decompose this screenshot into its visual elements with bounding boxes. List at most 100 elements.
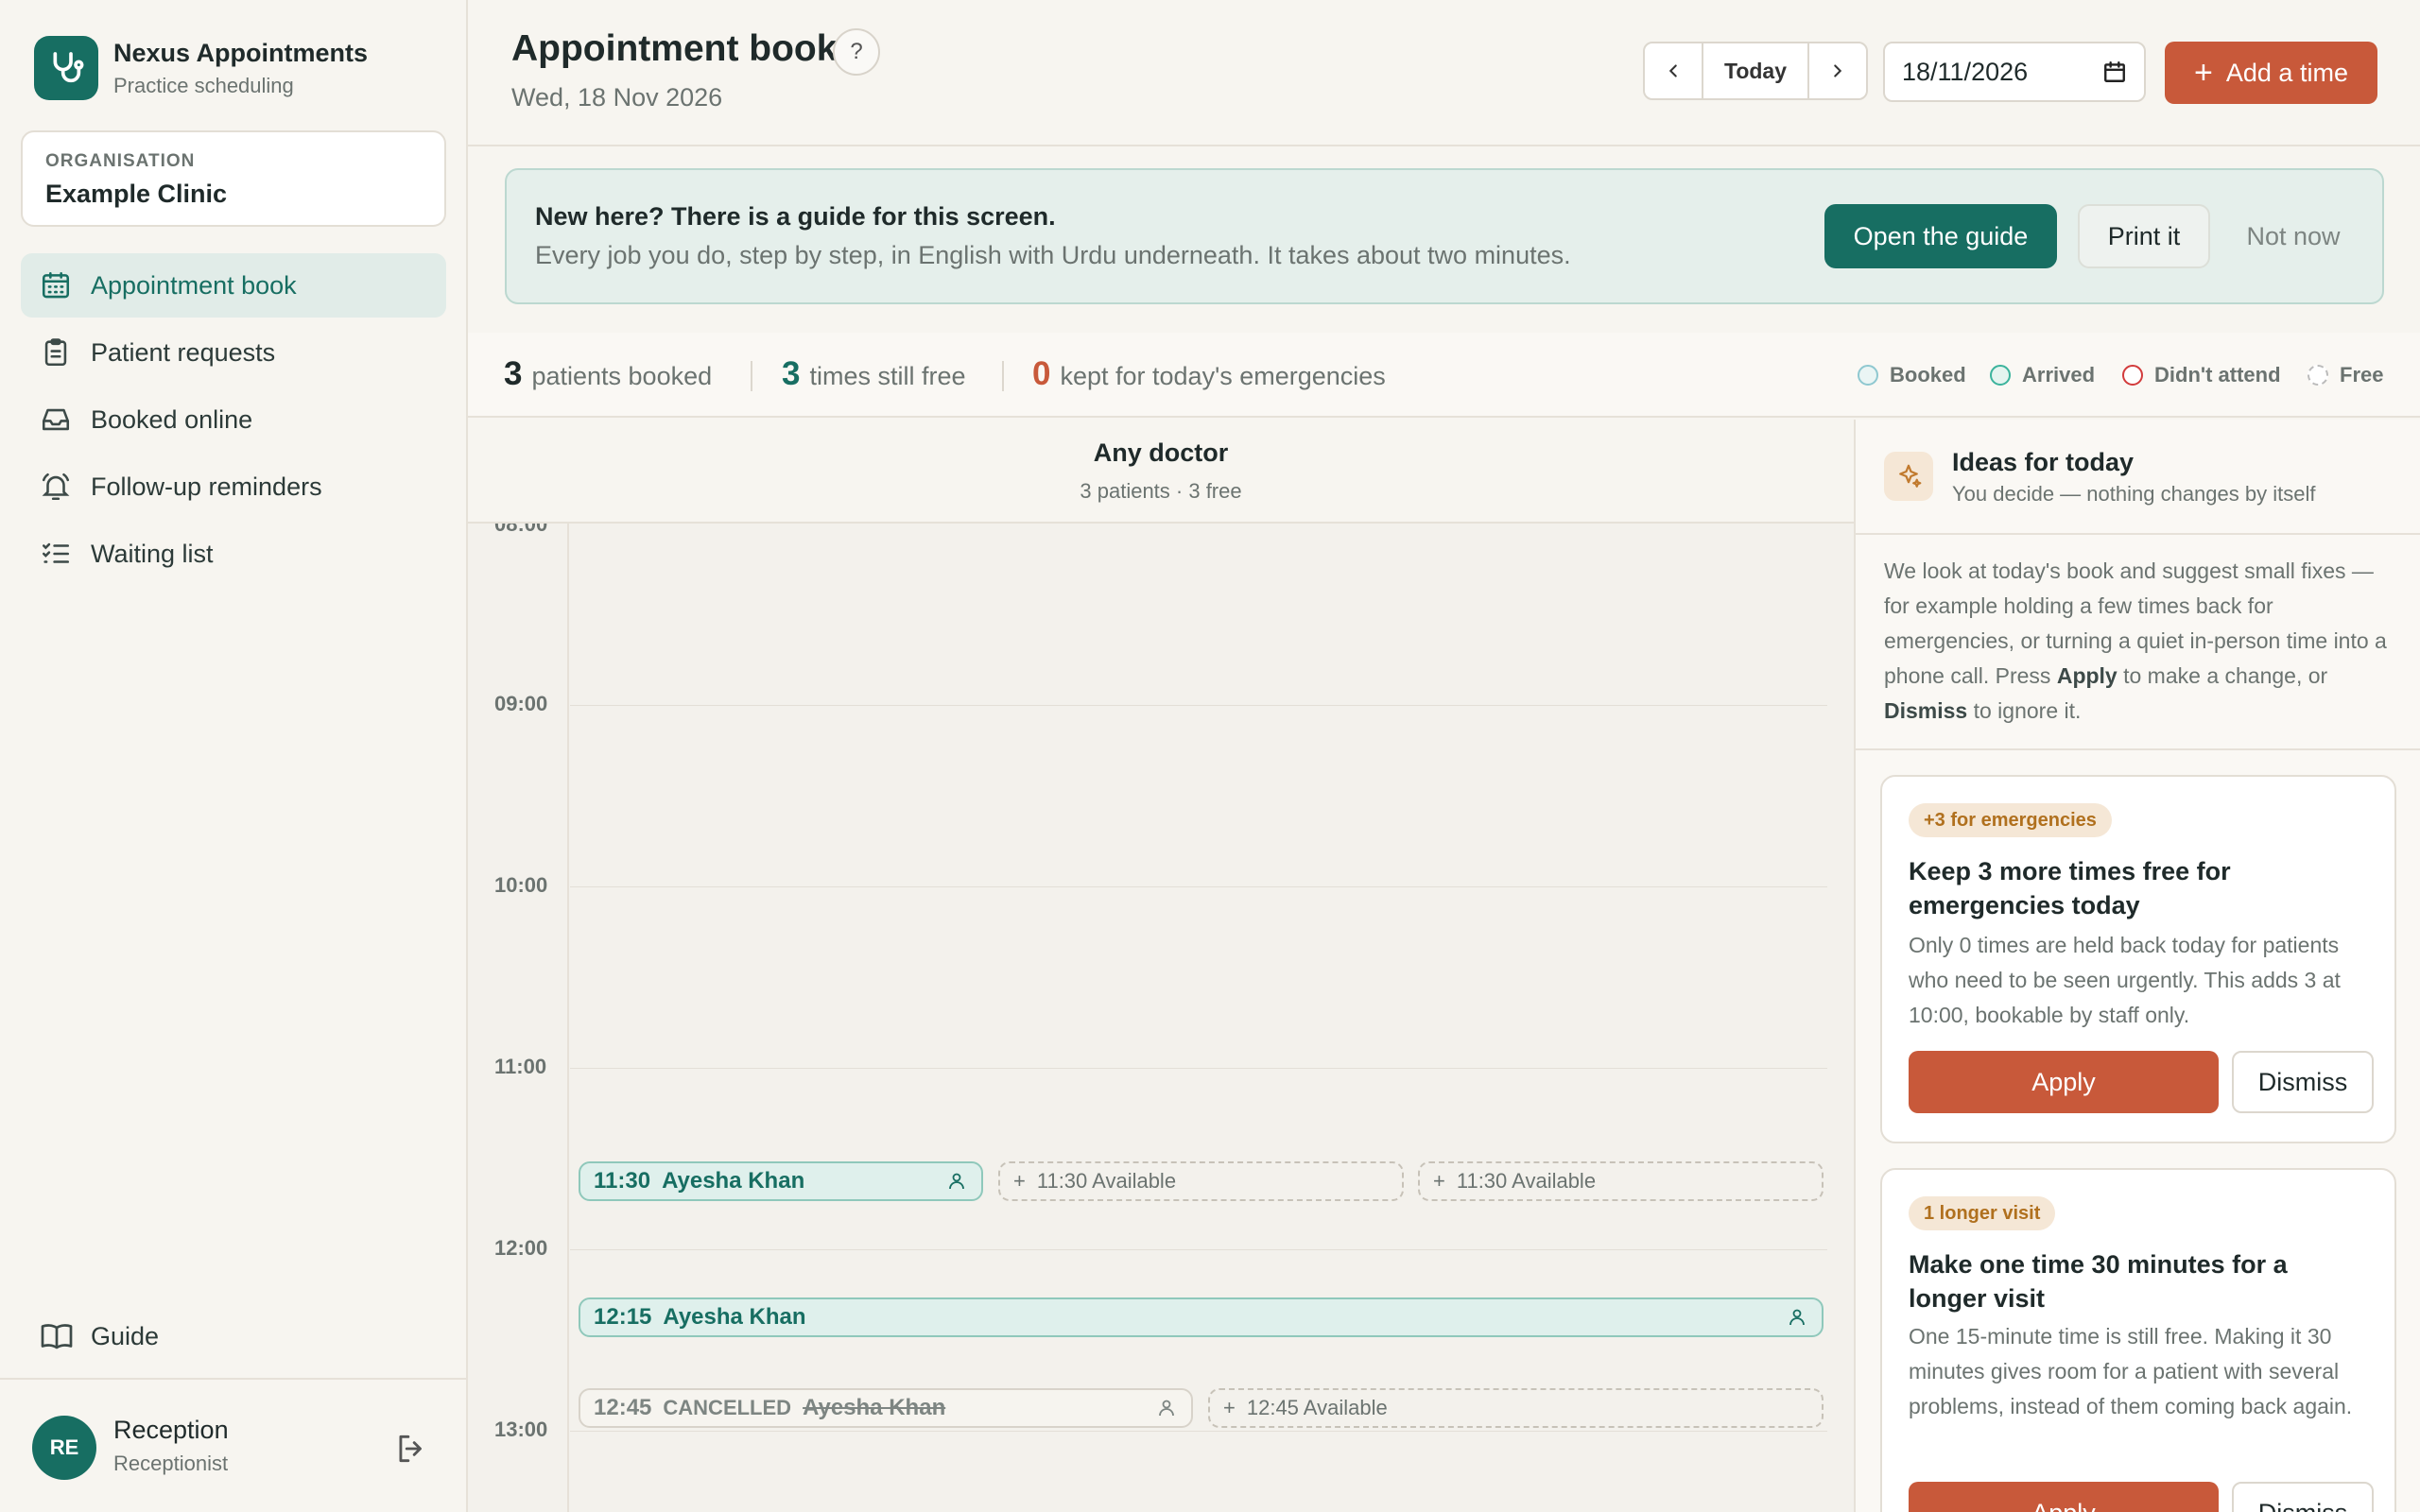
- calendar-grid[interactable]: 08:00 09:00 10:00 11:00 12:00 13:00 11:3…: [468, 524, 1854, 1512]
- free-dot-icon: [2308, 365, 2328, 386]
- summary-stats: 3 patients booked 3 times still free 0 kept…: [468, 333, 2420, 418]
- appointment-time: 12:45: [594, 1395, 652, 1420]
- banner-title: New here? There is a guide for this scre…: [535, 202, 1056, 231]
- add-time-label: Add a time: [2225, 58, 2348, 87]
- guide-banner: New here? There is a guide for this scre…: [505, 168, 2384, 304]
- app-name: Nexus Appointments: [113, 38, 369, 67]
- free-slot-label: 11:30 Available: [1456, 1169, 1597, 1193]
- previous-day-button[interactable]: [1645, 43, 1702, 98]
- print-guide-button[interactable]: Print it: [2078, 204, 2210, 268]
- time-column: [468, 524, 569, 1512]
- sidebar-nav: Appointment book Patient requests Booked…: [21, 253, 446, 589]
- organisation-name: Example Clinic: [45, 180, 228, 208]
- appointment-booked[interactable]: 11:30 Ayesha Khan: [579, 1161, 983, 1201]
- stat-free: 3 times still free: [782, 355, 966, 393]
- person-icon: [1159, 1400, 1174, 1417]
- sidebar-item-label: Follow-up reminders: [91, 472, 322, 501]
- plus-icon: +: [1223, 1396, 1236, 1419]
- user-name: Reception: [113, 1416, 229, 1444]
- page-title: Appointment book: [511, 28, 838, 69]
- appointment-patient: Ayesha Khan: [663, 1304, 806, 1330]
- legend-booked: Booked: [1858, 363, 1966, 387]
- doctor-column-title: Any doctor: [1093, 438, 1229, 467]
- calendar-picker-icon[interactable]: [2102, 60, 2127, 84]
- sidebar-item-follow-up-reminders[interactable]: Follow-up reminders: [21, 455, 446, 519]
- ideas-header: Ideas for today You decide — nothing cha…: [1856, 420, 2420, 535]
- sidebar-item-booked-online[interactable]: Booked online: [21, 387, 446, 452]
- sidebar-item-label: Patient requests: [91, 337, 276, 367]
- appointment-cancelled[interactable]: 12:45 CANCELLED Ayesha Khan: [579, 1388, 1193, 1428]
- ideas-title: Ideas for today: [1952, 448, 2135, 476]
- add-time-button[interactable]: + Add a time: [2165, 42, 2377, 104]
- doctor-column-summary: 3 patients · 3 free: [1080, 479, 1242, 503]
- bell-icon: [42, 472, 70, 501]
- sidebar-item-label: Booked online: [91, 404, 253, 434]
- date-picker-input[interactable]: 18/11/2026: [1883, 42, 2146, 102]
- suggestion-tag: 1 longer visit: [1909, 1196, 2056, 1230]
- time-label: 11:00: [494, 1055, 547, 1078]
- intro-apply-word: Apply: [2056, 663, 2118, 688]
- intro-text: to ignore it.: [1967, 698, 2082, 723]
- hour-line: [570, 886, 1827, 887]
- intro-dismiss-word: Dismiss: [1884, 698, 1968, 723]
- chevron-right-icon: [1834, 64, 1842, 77]
- dismiss-button[interactable]: Dismiss: [2232, 1482, 2374, 1512]
- calendar-day-view: Any doctor 3 patients · 3 free 08:00 09:…: [468, 420, 1854, 1512]
- checklist-icon: [42, 542, 70, 563]
- suggestion-card: +3 for emergencies Keep 3 more times fre…: [1880, 775, 2396, 1143]
- free-slot[interactable]: +11:30 Available: [1418, 1161, 1824, 1201]
- booked-label: patients booked: [531, 362, 713, 390]
- free-slot[interactable]: +11:30 Available: [998, 1161, 1404, 1201]
- ideas-subtitle: You decide — nothing changes by itself: [1952, 482, 2316, 506]
- time-label: 12:00: [494, 1236, 548, 1260]
- booked-count: 3: [504, 355, 523, 392]
- ideas-intro: We look at today's book and suggest smal…: [1884, 554, 2399, 729]
- suggestion-title: Make one time 30 minutes for a longer vi…: [1909, 1250, 2288, 1313]
- hour-line: [570, 705, 1827, 706]
- sidebar-guide-link[interactable]: Guide: [40, 1319, 159, 1353]
- guide-label: Guide: [91, 1321, 160, 1350]
- dismiss-banner-button[interactable]: Not now: [2227, 204, 2360, 268]
- inbox-icon: [42, 408, 70, 431]
- apply-button[interactable]: Apply: [1909, 1051, 2219, 1113]
- book-icon: [41, 1324, 73, 1349]
- organisation-selector[interactable]: ORGANISATION Example Clinic: [21, 130, 446, 227]
- next-day-button[interactable]: [1809, 43, 1866, 98]
- hour-line: [570, 1068, 1827, 1069]
- suggestion-text: One 15-minute time is still free. Making…: [1909, 1324, 2353, 1418]
- appointment-patient: Ayesha Khan: [662, 1168, 805, 1194]
- appointment-patient: Ayesha Khan: [803, 1395, 946, 1420]
- free-slot-label: 12:45 Available: [1246, 1396, 1388, 1419]
- appointment-time: 11:30: [594, 1168, 651, 1194]
- clipboard-icon: [44, 338, 67, 367]
- booked-dot-icon: [1858, 365, 1878, 386]
- appointment-booked[interactable]: 12:15 Ayesha Khan: [579, 1297, 1824, 1337]
- arrived-dot-icon: [1990, 365, 2011, 386]
- sidebar-item-patient-requests[interactable]: Patient requests: [21, 320, 446, 385]
- sidebar: Nexus Appointments Practice scheduling O…: [0, 0, 468, 1512]
- divider: [1856, 748, 2420, 750]
- current-date-label: Wed, 18 Nov 2026: [511, 83, 723, 112]
- brand: Nexus Appointments Practice scheduling: [34, 36, 368, 100]
- dismiss-button[interactable]: Dismiss: [2232, 1051, 2374, 1113]
- today-button[interactable]: Today: [1702, 43, 1809, 98]
- help-button[interactable]: ?: [833, 28, 880, 76]
- free-slot[interactable]: +12:45 Available: [1208, 1388, 1824, 1428]
- open-guide-button[interactable]: Open the guide: [1824, 204, 2057, 268]
- cancelled-badge: CANCELLED: [663, 1396, 792, 1419]
- legend-no-show: Didn't attend: [2122, 363, 2281, 387]
- logout-icon[interactable]: [393, 1431, 429, 1467]
- legend-arrived-label: Arrived: [2022, 363, 2096, 387]
- sidebar-item-waiting-list[interactable]: Waiting list: [21, 522, 446, 586]
- plus-icon: +: [1013, 1169, 1026, 1193]
- legend-no-show-label: Didn't attend: [2154, 363, 2281, 387]
- divider: [1002, 361, 1004, 391]
- plus-icon: +: [1433, 1169, 1445, 1193]
- date-value: 18/11/2026: [1902, 57, 2029, 86]
- free-slot-label: 11:30 Available: [1036, 1169, 1177, 1193]
- page-header: Appointment book ? Wed, 18 Nov 2026 Toda…: [468, 0, 2420, 146]
- sidebar-item-appointment-book[interactable]: Appointment book: [21, 253, 446, 318]
- legend-free-label: Free: [2340, 363, 2384, 387]
- time-label: 08:00: [494, 524, 548, 536]
- apply-button[interactable]: Apply: [1909, 1482, 2219, 1512]
